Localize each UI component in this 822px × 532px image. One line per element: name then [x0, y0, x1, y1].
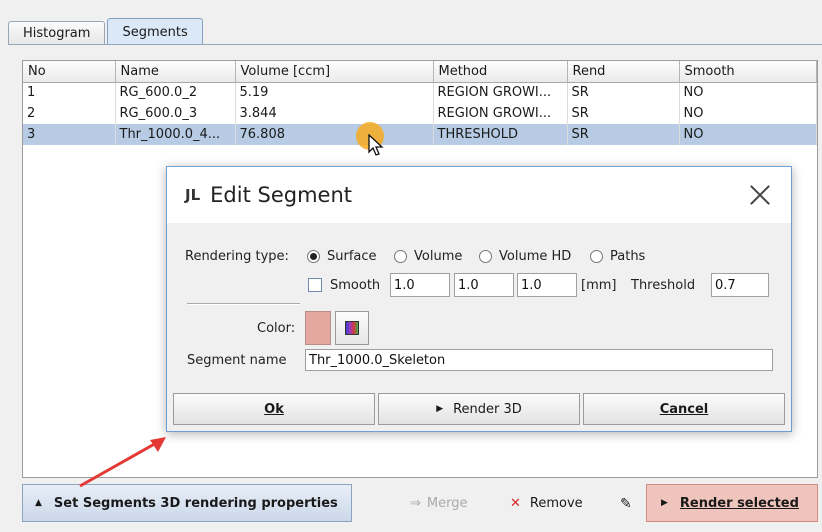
edit-segment-dialog: JL Edit Segment Rendering type: Surface …	[166, 166, 792, 432]
edit-pencil-button[interactable]: ✎	[620, 496, 632, 512]
column-header-no[interactable]: No	[23, 61, 116, 83]
divider	[187, 303, 300, 305]
cell-method: REGION GROWI...	[433, 82, 568, 103]
smooth-z-field[interactable]	[517, 273, 577, 297]
cell-name: Thr_1000.0_4...	[115, 124, 236, 145]
rendering-type-label: Rendering type:	[185, 249, 289, 264]
radio-surface-label[interactable]: Surface	[327, 249, 377, 264]
segment-name-label: Segment name	[187, 353, 287, 368]
cancel-button[interactable]: Cancel	[583, 393, 785, 425]
render-selected-button[interactable]: ▶ Render selected	[646, 484, 818, 522]
cell-rend: SR	[567, 124, 680, 145]
column-header-method[interactable]: Method	[433, 61, 568, 83]
cell-rend: SR	[567, 103, 680, 124]
cell-no: 2	[23, 103, 116, 124]
smooth-y-field[interactable]	[454, 273, 514, 297]
render-3d-button[interactable]: ▶ Render 3D	[378, 393, 580, 425]
remove-button[interactable]: ✕ Remove	[510, 496, 583, 511]
cell-volume: 76.808	[235, 124, 434, 145]
color-label: Color:	[257, 321, 296, 336]
cell-rend: SR	[567, 82, 680, 103]
tab-divider	[8, 44, 822, 45]
tab-segments[interactable]: Segments	[107, 18, 203, 45]
smooth-checkbox[interactable]	[308, 278, 322, 292]
radio-volume-hd-label[interactable]: Volume HD	[499, 249, 571, 264]
table-header: No Name Volume [ccm] Method Rend Smooth	[23, 61, 817, 83]
mouse-cursor-icon	[368, 134, 384, 156]
cell-no: 1	[23, 82, 116, 103]
remove-icon: ✕	[510, 496, 521, 511]
column-header-smooth[interactable]: Smooth	[679, 61, 817, 83]
render-selected-label: Render selected	[679, 495, 799, 511]
unit-label: [mm]	[581, 278, 617, 293]
radio-volume-hd[interactable]	[479, 250, 492, 263]
radio-volume-label[interactable]: Volume	[414, 249, 462, 264]
tab-bar: Histogram Segments	[8, 18, 205, 45]
set-segments-3d-properties-label: Set Segments 3D rendering properties	[53, 495, 338, 511]
palette-icon	[345, 321, 359, 335]
cell-volume: 3.844	[235, 103, 434, 124]
cell-smooth: NO	[679, 124, 817, 145]
render-3d-label: Render 3D	[453, 401, 522, 417]
column-header-rend[interactable]: Rend	[567, 61, 680, 83]
merge-label: Merge	[426, 496, 468, 511]
dialog-title: Edit Segment	[210, 183, 352, 207]
table-row-selected[interactable]: 3 Thr_1000.0_4... 76.808 THRESHOLD SR NO	[23, 124, 817, 145]
segment-name-field[interactable]	[305, 349, 773, 371]
play-icon: ▶	[661, 498, 668, 508]
smooth-x-field[interactable]	[390, 273, 450, 297]
merge-button[interactable]: ⇒ Merge	[410, 496, 468, 511]
dialog-title-bar: JL Edit Segment	[167, 167, 791, 223]
radio-paths[interactable]	[590, 250, 603, 263]
cell-volume: 5.19	[235, 82, 434, 103]
threshold-label: Threshold	[631, 278, 696, 293]
color-picker-button[interactable]	[335, 311, 369, 345]
ok-button-label: Ok	[264, 401, 284, 417]
smooth-label: Smooth	[330, 278, 381, 293]
triangle-up-icon: ▲	[35, 498, 42, 508]
cell-name: RG_600.0_3	[115, 103, 236, 124]
cell-name: RG_600.0_2	[115, 82, 236, 103]
merge-icon: ⇒	[410, 496, 421, 511]
tab-histogram[interactable]: Histogram	[8, 21, 106, 45]
remove-label: Remove	[529, 496, 583, 511]
close-icon[interactable]	[749, 184, 771, 206]
cell-smooth: NO	[679, 103, 817, 124]
cell-method: THRESHOLD	[433, 124, 568, 145]
ok-button[interactable]: Ok	[173, 393, 375, 425]
threshold-field[interactable]	[711, 273, 769, 297]
pencil-icon: ✎	[620, 496, 632, 512]
radio-surface[interactable]	[307, 250, 320, 263]
tab-histogram-label: Histogram	[23, 26, 91, 41]
table-row[interactable]: 1 RG_600.0_2 5.19 REGION GROWI... SR NO	[23, 82, 817, 103]
cell-no: 3	[23, 124, 116, 145]
app-logo-icon: JL	[185, 186, 201, 204]
column-header-volume[interactable]: Volume [ccm]	[235, 61, 434, 83]
set-segments-3d-properties-button[interactable]: ▲ Set Segments 3D rendering properties	[22, 484, 352, 522]
cell-smooth: NO	[679, 82, 817, 103]
cell-method: REGION GROWI...	[433, 103, 568, 124]
color-swatch[interactable]	[305, 311, 331, 345]
cancel-button-label: Cancel	[659, 401, 709, 417]
tab-segments-label: Segments	[122, 24, 188, 40]
table-row[interactable]: 2 RG_600.0_3 3.844 REGION GROWI... SR NO	[23, 103, 817, 124]
play-icon: ▶	[436, 404, 444, 414]
column-header-name[interactable]: Name	[115, 61, 236, 83]
radio-paths-label[interactable]: Paths	[610, 249, 645, 264]
radio-volume[interactable]	[394, 250, 407, 263]
